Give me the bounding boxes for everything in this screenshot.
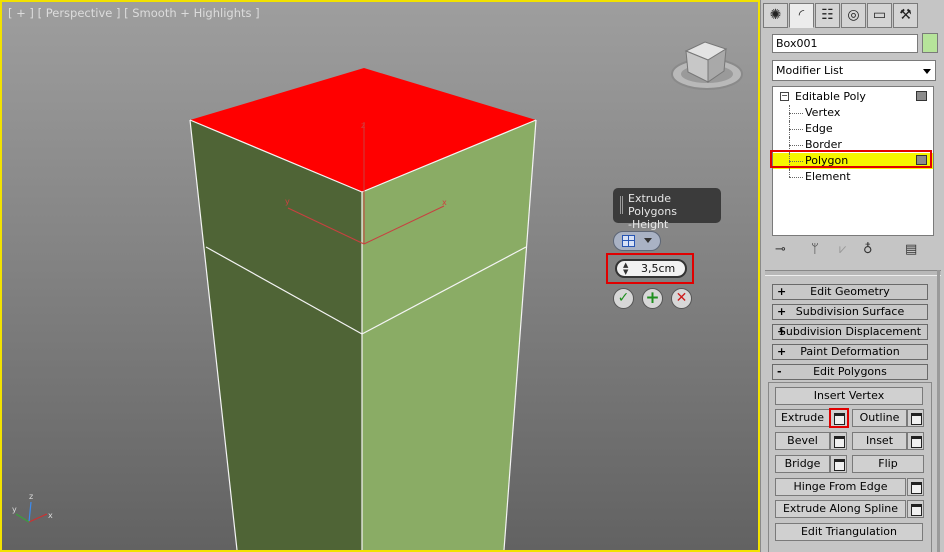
extrude-settings-button[interactable] <box>829 408 849 428</box>
remove-modifier-icon[interactable]: ♁ <box>863 242 873 257</box>
stack-item-vertex[interactable]: Vertex <box>773 105 933 121</box>
box-right-face <box>362 120 536 550</box>
axis-tripod: z x y <box>12 492 53 523</box>
chevron-down-icon <box>644 238 652 243</box>
configure-sets-icon[interactable]: ▤ <box>905 242 917 257</box>
apply-button[interactable]: + <box>642 288 663 309</box>
rollout-edit-polygons[interactable]: - Edit Polygons <box>772 364 928 380</box>
inset-button[interactable]: Inset <box>852 432 907 450</box>
utilities-icon[interactable]: ⚒ <box>893 3 918 28</box>
stack-toolbar: ⊸ ᛘ ⩗ ♁ ▤ <box>771 240 935 262</box>
stack-item-edge[interactable]: Edge <box>773 121 933 137</box>
max-ui: [ + ] [ Perspective ] [ Smooth + Highlig… <box>0 0 944 552</box>
flip-button[interactable]: Flip <box>852 455 924 473</box>
outline-settings-button[interactable] <box>907 409 924 427</box>
caddy-title-line2: -Height <box>628 218 669 231</box>
show-end-result-icon[interactable]: ᛘ <box>811 242 819 257</box>
bridge-button[interactable]: Bridge <box>775 455 830 473</box>
edit-triangulation-button[interactable]: Edit Triangulation <box>775 523 923 541</box>
height-spinner-highlight: ▲ ▼ 3,5cm <box>606 253 694 284</box>
create-icon[interactable]: ✺ <box>763 3 788 28</box>
box-left-face <box>190 120 362 550</box>
chevron-down-icon <box>923 69 931 74</box>
stack-toggle-icon[interactable] <box>916 91 927 101</box>
stack-item-label: Editable Poly <box>795 90 866 103</box>
panel-scrollbar[interactable] <box>937 270 940 552</box>
extrude-along-spline-button[interactable]: Extrude Along Spline <box>775 500 906 518</box>
svg-text:z: z <box>29 492 33 501</box>
rollout-edit-geometry[interactable]: + Edit Geometry <box>772 284 928 300</box>
pin-stack-icon[interactable]: ⊸ <box>775 242 786 257</box>
panel-divider <box>765 270 941 276</box>
command-panel: ✺ ◜ ☷ ◎ ▭ ⚒ Box001 Modifier List − Edita… <box>760 0 944 552</box>
inset-settings-button[interactable] <box>907 432 924 450</box>
svg-text:x: x <box>48 511 53 520</box>
caddy-title: Extrude Polygons -Height <box>613 188 721 231</box>
caddy-drag-handle[interactable] <box>620 196 623 214</box>
bevel-button[interactable]: Bevel <box>775 432 830 450</box>
polygon-selection-highlight <box>770 150 932 168</box>
outline-button[interactable]: Outline <box>852 409 907 427</box>
stack-item-label: Vertex <box>805 106 841 119</box>
caddy-title-line1: Extrude Polygons <box>628 192 677 218</box>
rollout-paint-deformation[interactable]: + Paint Deformation <box>772 344 928 360</box>
motion-icon[interactable]: ◎ <box>841 3 866 28</box>
object-name-field[interactable]: Box001 <box>772 34 918 53</box>
hinge-from-edge-button[interactable]: Hinge From Edge <box>775 478 906 496</box>
command-panel-tabs: ✺ ◜ ☷ ◎ ▭ ⚒ <box>763 3 919 29</box>
modify-icon[interactable]: ◜ <box>789 3 814 28</box>
perspective-viewport[interactable]: [ + ] [ Perspective ] [ Smooth + Highlig… <box>0 0 760 552</box>
stack-item-label: Edge <box>805 122 833 135</box>
display-icon[interactable]: ▭ <box>867 3 892 28</box>
modifier-list-label: Modifier List <box>776 64 844 77</box>
stack-item-label: Element <box>805 170 851 183</box>
rollout-subdivision-displacement[interactable]: + Subdivision Displacement <box>772 324 928 340</box>
gizmo-x-label: x <box>442 198 447 207</box>
bridge-settings-button[interactable] <box>830 455 847 473</box>
ok-button[interactable]: ✓ <box>613 288 634 309</box>
height-value[interactable]: 3,5cm <box>641 262 675 275</box>
make-unique-icon[interactable]: ⩗ <box>839 242 846 257</box>
hinge-settings-button[interactable] <box>907 478 924 496</box>
cancel-button[interactable]: ✕ <box>671 288 692 309</box>
gizmo-y-label: y <box>285 197 290 206</box>
modifier-list-dropdown[interactable]: Modifier List <box>772 60 936 81</box>
collapse-icon[interactable]: − <box>780 92 789 101</box>
svg-text:y: y <box>12 505 17 514</box>
viewcube[interactable] <box>671 41 743 90</box>
stack-item-editable-poly[interactable]: − Editable Poly <box>773 89 933 105</box>
stack-item-element[interactable]: Element <box>773 169 933 185</box>
extrude-button[interactable]: Extrude <box>775 409 830 427</box>
bevel-settings-button[interactable] <box>830 432 847 450</box>
height-spinner[interactable]: ▲ ▼ 3,5cm <box>615 259 687 278</box>
rollout-subdivision-surface[interactable]: + Subdivision Surface <box>772 304 928 320</box>
gizmo-z-label: z <box>361 121 365 130</box>
hierarchy-icon[interactable]: ☷ <box>815 3 840 28</box>
spinner-arrows-icon[interactable]: ▲ ▼ <box>623 262 628 276</box>
group-icon <box>622 235 635 247</box>
extrusion-type-dropdown[interactable] <box>613 231 661 251</box>
object-color-swatch[interactable] <box>922 33 938 53</box>
extrude-spline-settings-button[interactable] <box>907 500 924 518</box>
insert-vertex-button[interactable]: Insert Vertex <box>775 387 923 405</box>
